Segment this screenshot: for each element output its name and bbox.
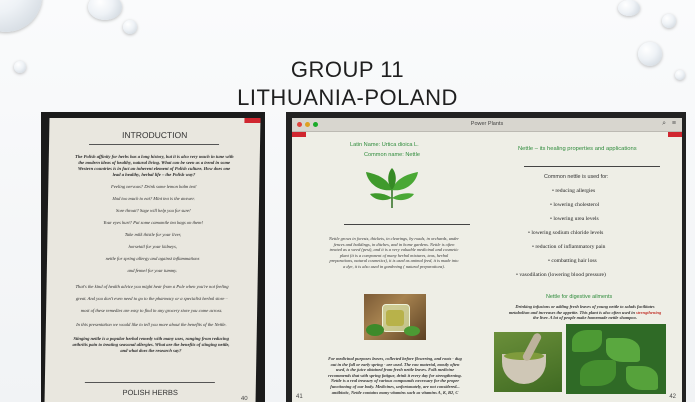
slide-title-line1: GROUP 11 [290,57,405,82]
search-icon[interactable]: ⌕ [662,120,666,128]
heading-divider [524,166,660,167]
slide: GROUP 11 LITHUANIA-POLAND INTRODUCTION T… [0,0,695,402]
advice-line: Your eyes hurt? Put some camomile tea ba… [103,220,204,225]
water-drop-decoration [662,14,676,28]
water-drop-decoration [618,0,640,16]
used-for-label: Common nettle is used for: [544,174,609,180]
red-tab [292,132,306,137]
page-number-right: 42 [669,394,676,400]
page-number-left: 41 [296,394,303,400]
common-name: Common name: Nettle [364,152,420,158]
advice-line: That's the kind of health advice you mig… [75,284,229,289]
column-divider [344,224,470,225]
advice-line: Sore throat? Sage will help you for sure… [116,208,191,213]
advice-line: great. And you don't even need to go to … [75,296,228,301]
heading-underline [89,144,220,145]
footer-divider [84,382,215,383]
paper-sheet: INTRODUCTION The Polish affinity for her… [44,118,261,402]
healing-heading: Nettle – its healing properties and appl… [518,146,637,152]
water-drop-decoration [88,0,122,20]
nettle-leaf-icon [366,168,418,208]
use-item: • combatting hair loss [548,258,597,264]
use-item: • reduction of inflammatory pain [532,244,606,250]
use-item: • vasodilation (lowering blood pressure) [516,272,606,278]
digestive-heading: Nettle for digestive ailments [546,294,613,300]
medicinal-text: For medicinal purposes leaves, collected… [328,356,462,395]
use-item: • lowering urea levels [550,216,599,222]
water-drop-decoration [0,0,42,32]
advice-line: Take milk thistle for your liver, [124,232,182,237]
use-item: • reducing allergies [552,188,596,194]
photo-left-page: INTRODUCTION The Polish affinity for her… [41,112,265,402]
photo-right-screen: Power Plants ⌕ ≡ Latin Name: Urtica dioi… [286,112,686,402]
menu-icon[interactable]: ≡ [672,120,676,127]
footer-heading: POLISH HERBS [122,388,179,397]
use-item: • lowering sodium chloride levels [528,230,604,236]
nettle-description: Nettle grows in forests, thickets, in cl… [329,236,459,269]
red-tab [244,118,261,123]
slide-title-line2: LITHUANIA-POLAND [237,85,458,110]
digestive-text: Drinking infusions or adding fresh leave… [508,304,662,321]
nettle-leaves-photo [566,324,666,394]
mortar-pestle-photo [494,332,562,392]
advice-line: Feeling nervous? Drink some lemon balm t… [111,184,197,189]
window-title: Power Plants [470,121,504,127]
page-number: 40 [240,396,248,402]
window-titlebar: Power Plants ⌕ ≡ [292,118,682,132]
nettle-paragraph: Stinging nettle is a popular herbal reme… [72,336,230,353]
advice-line: Had too much to eat? Mint tea is the ans… [112,196,195,201]
water-drop-decoration [123,20,137,34]
advice-line: nettle for spring allergy and against in… [105,256,200,261]
use-item: • lowering cholesterol [550,202,600,208]
latin-name: Latin Name: Urtica dioica L. [350,142,419,148]
intro-heading: INTRODUCTION [122,130,188,140]
red-tab [668,132,682,137]
advice-line: most of these remedies are easy to find … [80,308,223,313]
advice-line: horsetail for your kidneys, [128,244,178,249]
advice-line: and fennel for your tummy. [127,268,178,273]
document-window: Power Plants ⌕ ≡ Latin Name: Urtica dioi… [292,118,682,402]
intro-paragraph: The Polish affinity for herbs has a long… [75,154,234,177]
nettle-tea-photo [364,294,426,340]
advice-line: In this presentation we would like to te… [76,322,227,327]
